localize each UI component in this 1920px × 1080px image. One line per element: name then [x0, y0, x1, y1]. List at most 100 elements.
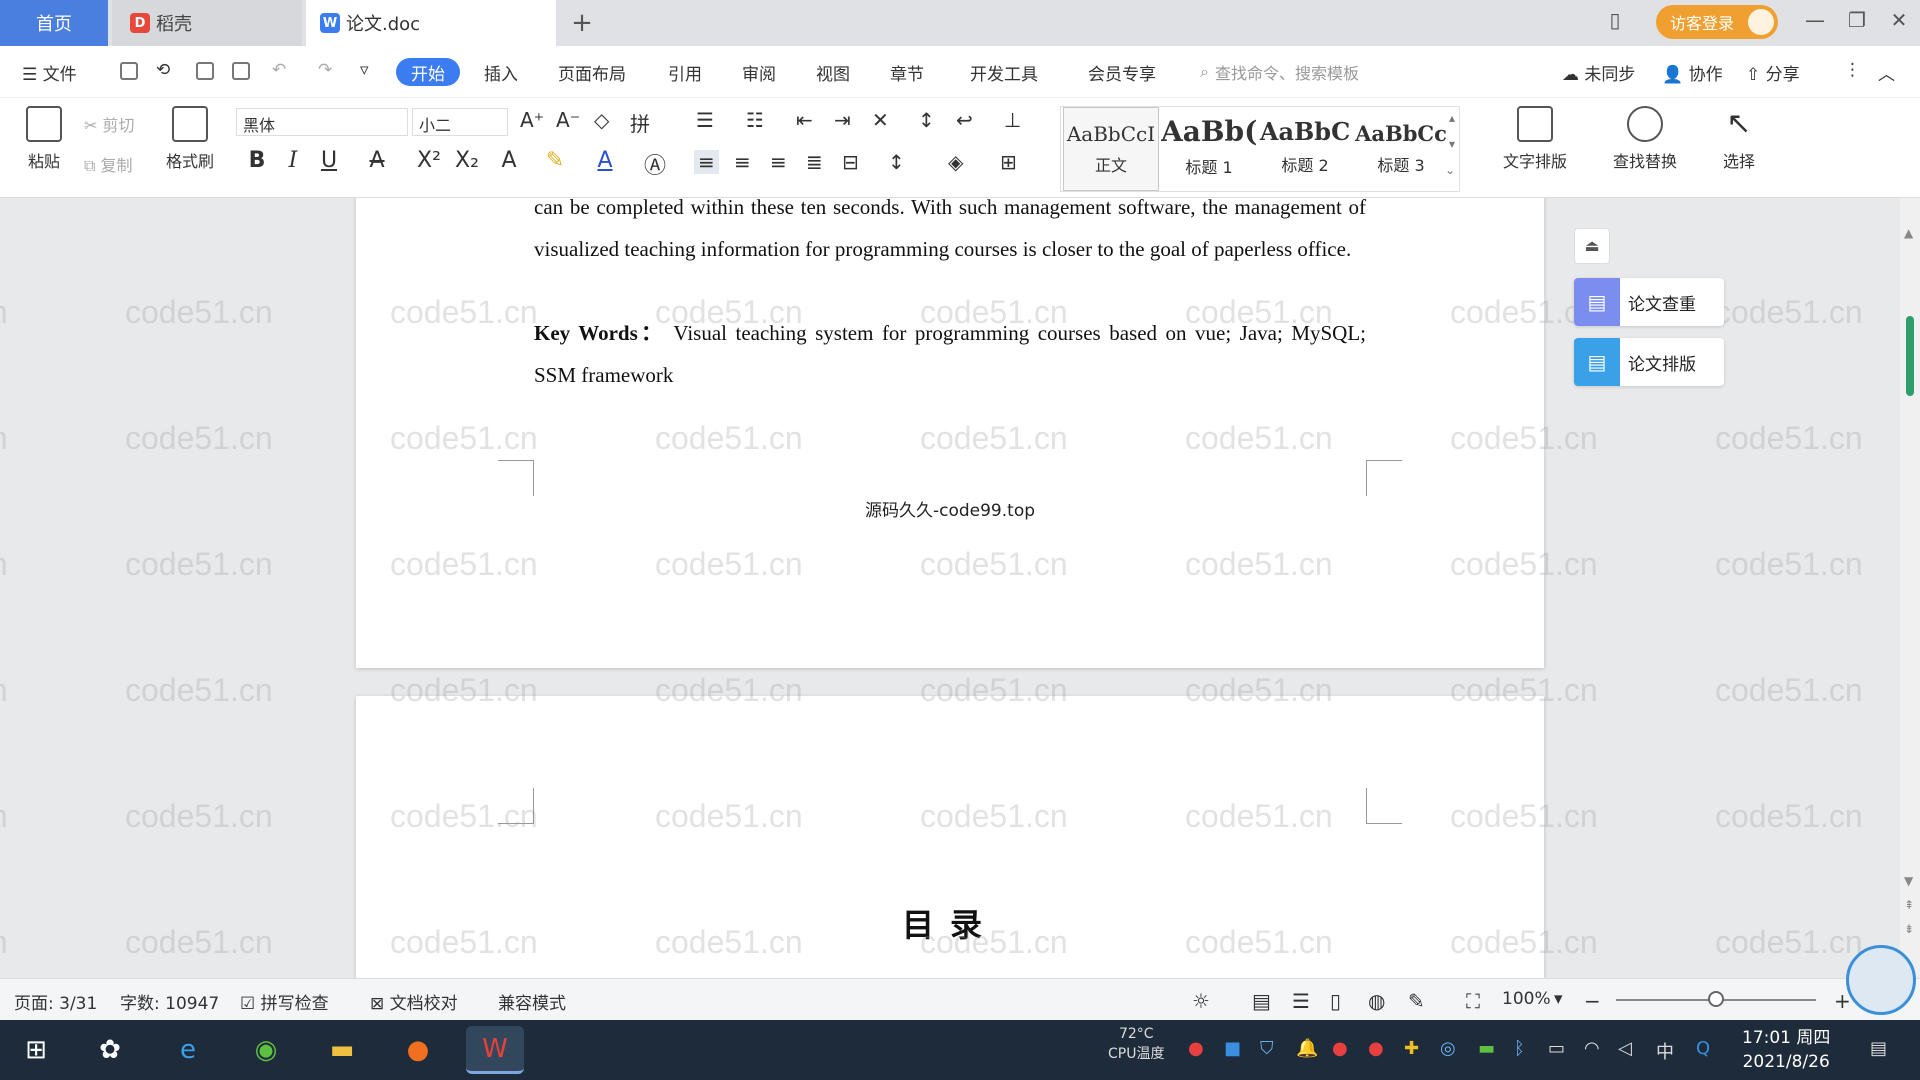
- bullet-list-icon[interactable]: ☰: [696, 108, 714, 132]
- menu-tab-review[interactable]: 审阅: [742, 60, 776, 85]
- scroll-up-icon[interactable]: ▲: [1904, 226, 1913, 240]
- align-center-icon[interactable]: ≡: [734, 150, 751, 174]
- command-search[interactable]: ⌕ 查找命令、搜索模板: [1200, 60, 1359, 84]
- shield-icon[interactable]: ⛉: [1260, 1038, 1274, 1059]
- eye-protection-icon[interactable]: ☼: [1192, 989, 1210, 1013]
- bold-icon[interactable]: B: [242, 148, 272, 173]
- paper-check-button[interactable]: ▤ 论文查重: [1574, 278, 1724, 326]
- tab-document[interactable]: W 论文.doc: [306, 0, 556, 46]
- prev-page-icon[interactable]: ⇞: [1904, 898, 1914, 912]
- menu-tab-developer[interactable]: 开发工具: [970, 60, 1038, 85]
- numbered-list-icon[interactable]: ☷: [746, 108, 764, 132]
- file-menu[interactable]: ☰ 文件: [22, 60, 77, 85]
- input-method-icon[interactable]: Q: [1696, 1038, 1710, 1059]
- format-painter-button[interactable]: 格式刷: [160, 106, 220, 172]
- gpu-icon[interactable]: ▬: [1478, 1038, 1495, 1059]
- tab-stops-icon[interactable]: ⊥: [1004, 108, 1021, 132]
- menu-tab-view[interactable]: 视图: [816, 60, 850, 85]
- style-heading-2[interactable]: AaBbC 标题 2: [1257, 107, 1353, 191]
- notification-bell-icon[interactable]: 🔔: [1296, 1038, 1318, 1059]
- grow-font-icon[interactable]: A⁺: [520, 108, 544, 132]
- document-page[interactable]: can be completed within these ten second…: [356, 198, 1544, 668]
- document-canvas[interactable]: can be completed within these ten second…: [0, 198, 1920, 978]
- redo-icon[interactable]: ↷: [318, 60, 332, 80]
- reading-view-icon[interactable]: ▯: [1330, 989, 1341, 1013]
- justify-icon[interactable]: ≣: [806, 150, 823, 174]
- cpu-temperature[interactable]: 72°C CPU温度: [1108, 1024, 1164, 1064]
- print-icon[interactable]: [196, 62, 214, 80]
- vertical-scrollbar[interactable]: ▲ ▼ ⇞ ⇟: [1900, 198, 1920, 978]
- recorder-app-icon[interactable]: ●: [394, 1026, 442, 1074]
- side-panel-collapse-button[interactable]: ⏏: [1574, 228, 1610, 264]
- zoom-out-icon[interactable]: −: [1584, 989, 1601, 1013]
- tab-daoke[interactable]: D 稻壳: [112, 0, 302, 46]
- page-footer[interactable]: 源码久久-code99.top: [356, 496, 1544, 521]
- web-view-icon[interactable]: ◍: [1368, 989, 1385, 1013]
- paste-button[interactable]: 粘贴: [14, 106, 74, 172]
- font-name-select[interactable]: 黑体: [236, 108, 408, 136]
- distribute-icon[interactable]: ⊟: [842, 150, 859, 174]
- cut-button[interactable]: ✂ 剪切: [84, 112, 135, 136]
- file-explorer-icon[interactable]: ▬: [318, 1026, 366, 1074]
- tab-home[interactable]: 首页: [0, 0, 108, 46]
- more-options-icon[interactable]: ⋮: [1844, 60, 1861, 80]
- tray-app-icon[interactable]: ■: [1224, 1038, 1241, 1059]
- text-layout-button[interactable]: 文字排版: [1490, 106, 1580, 172]
- clock[interactable]: 17:01 周四 2021/8/26: [1742, 1026, 1830, 1074]
- collapse-ribbon-icon[interactable]: ︿: [1878, 60, 1895, 85]
- style-scroll-down-icon[interactable]: ▾: [1449, 137, 1455, 151]
- clear-format-icon[interactable]: ◇: [594, 108, 609, 132]
- menu-tab-insert[interactable]: 插入: [484, 60, 518, 85]
- menu-tab-page-layout[interactable]: 页面布局: [558, 60, 626, 85]
- superscript-icon[interactable]: X²: [414, 148, 444, 173]
- subscript-icon[interactable]: X₂: [452, 148, 482, 173]
- style-scroll-up-icon[interactable]: ▴: [1449, 111, 1455, 125]
- select-button[interactable]: ↖ 选择: [1704, 106, 1774, 172]
- text-effect-icon[interactable]: A: [494, 148, 524, 173]
- style-heading-3[interactable]: AaBbCc 标题 3: [1353, 107, 1449, 191]
- wps-writer-icon[interactable]: W: [466, 1026, 524, 1074]
- italic-icon[interactable]: I: [278, 148, 308, 173]
- menu-tab-references[interactable]: 引用: [668, 60, 702, 85]
- show-marks-icon[interactable]: ↩: [956, 108, 973, 132]
- zoom-level[interactable]: 100%: [1502, 989, 1551, 1009]
- tray-app-icon[interactable]: ●: [1368, 1038, 1384, 1059]
- document-page[interactable]: 目录: [356, 696, 1544, 978]
- copy-button[interactable]: ⧉ 复制: [84, 152, 133, 176]
- share-button[interactable]: ⇧ 分享: [1746, 60, 1800, 85]
- menu-tab-member[interactable]: 会员专享: [1088, 60, 1156, 85]
- restore-icon[interactable]: ❐: [1842, 8, 1872, 32]
- guest-login-button[interactable]: 访客登录: [1656, 5, 1778, 39]
- browser-360-icon[interactable]: ◉: [242, 1026, 290, 1074]
- paper-layout-button[interactable]: ▤ 论文排版: [1574, 338, 1724, 386]
- font-size-select[interactable]: 小二: [412, 108, 508, 136]
- abstract-paragraph[interactable]: can be completed within these ten second…: [534, 198, 1366, 270]
- action-center-icon[interactable]: ▤: [1870, 1038, 1887, 1059]
- shading-icon[interactable]: ◈: [948, 150, 963, 174]
- zoom-dropdown-icon[interactable]: ▾: [1554, 989, 1563, 1009]
- highlight-icon[interactable]: ✎: [540, 148, 570, 173]
- scroll-thumb[interactable]: [1906, 316, 1914, 396]
- sync-status[interactable]: ☁ 未同步: [1562, 60, 1635, 85]
- page-indicator[interactable]: 页面: 3/31: [14, 989, 97, 1014]
- shrink-font-icon[interactable]: A⁻: [556, 108, 580, 132]
- ie-browser-icon[interactable]: e: [164, 1026, 212, 1074]
- word-count[interactable]: 字数: 10947: [120, 989, 219, 1014]
- style-normal[interactable]: AaBbCcI 正文: [1063, 107, 1159, 191]
- sort-icon[interactable]: ↕: [918, 108, 935, 132]
- minimize-icon[interactable]: —: [1800, 8, 1830, 32]
- new-tab-button[interactable]: +: [560, 0, 604, 46]
- keywords-paragraph[interactable]: Key Words： Visual teaching system for pr…: [534, 312, 1366, 396]
- print-preview-icon[interactable]: [232, 62, 250, 80]
- decrease-indent-icon[interactable]: ⇤: [796, 108, 813, 132]
- outline-view-icon[interactable]: ☰: [1292, 989, 1310, 1013]
- align-right-icon[interactable]: ≡: [770, 150, 787, 174]
- collaborate-button[interactable]: 👤 协作: [1662, 60, 1723, 85]
- tray-app-icon[interactable]: ●: [1188, 1038, 1204, 1059]
- layout-toggle-icon[interactable]: ▯: [1600, 8, 1630, 32]
- battery-icon[interactable]: ▭: [1548, 1038, 1565, 1059]
- phonetic-guide-icon[interactable]: 拼: [630, 108, 650, 137]
- menu-tab-chapter[interactable]: 章节: [890, 60, 924, 85]
- borders-icon[interactable]: ⊞: [1000, 150, 1017, 174]
- fit-page-icon[interactable]: ⛶: [1466, 989, 1480, 1013]
